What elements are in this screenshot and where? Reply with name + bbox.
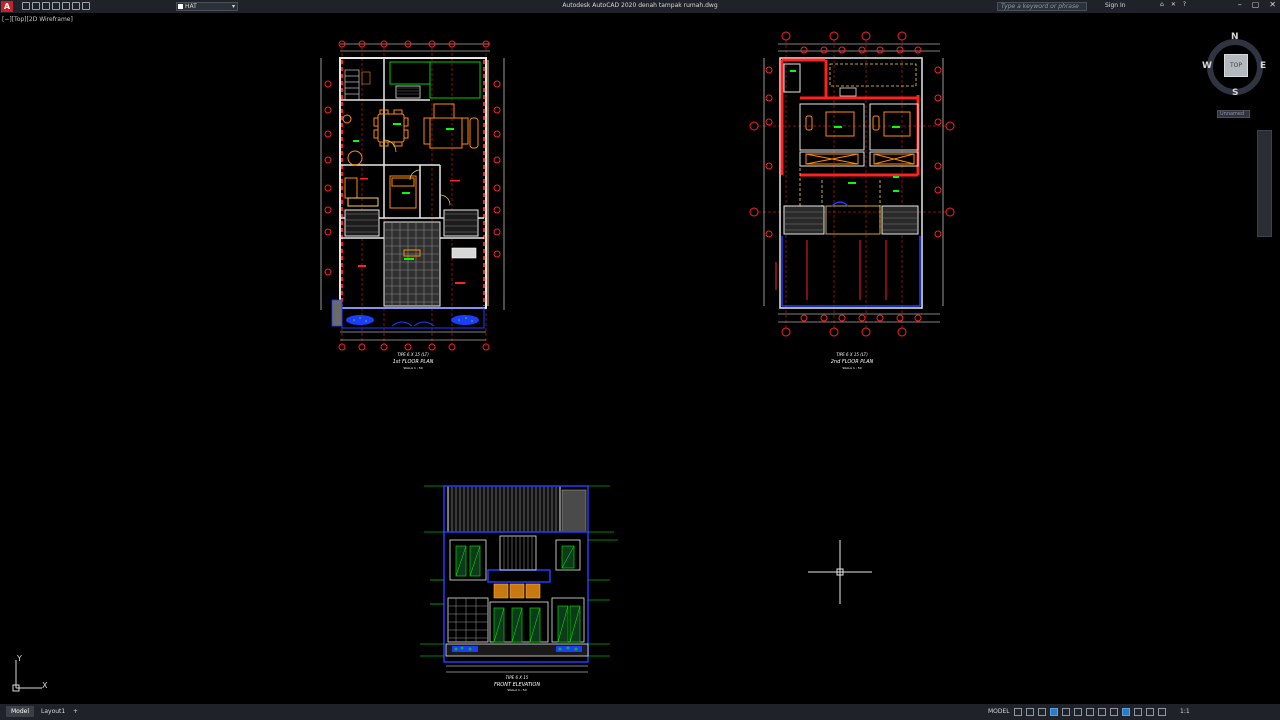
isodraft-icon[interactable] (1062, 708, 1070, 716)
transparency-icon[interactable] (1110, 708, 1118, 716)
polar-icon[interactable] (1050, 708, 1058, 716)
viewcube[interactable]: TOP N S E W (1202, 32, 1267, 99)
grid-icon[interactable] (1014, 708, 1022, 716)
compass-south-label[interactable]: S (1232, 88, 1238, 98)
lineweight-icon[interactable] (1098, 708, 1106, 716)
ucs-x-label: X (42, 681, 48, 690)
navigation-bar[interactable] (1257, 130, 1272, 237)
compass-west-label[interactable]: W (1202, 61, 1212, 71)
wcs-dropdown[interactable]: Unnamed (1217, 110, 1250, 118)
viewcube-face-top[interactable]: TOP (1224, 54, 1248, 77)
elevation-subtitle: TIPE 6 X 15 (506, 675, 529, 680)
ortho-icon[interactable] (1038, 708, 1046, 716)
plan2-subtitle: TIPE 6 X 15 (LT) (836, 352, 868, 357)
tab-layout1[interactable]: Layout1 (36, 706, 70, 717)
otrack-icon[interactable] (1086, 708, 1094, 716)
annotation-monitor-icon[interactable] (1134, 708, 1142, 716)
quick-properties-icon[interactable] (1158, 708, 1166, 716)
ucs-y-label: Y (16, 654, 22, 663)
drawing-canvas[interactable]: TIPE 6 X 15 (LT) 1st FLOOR PLAN SKALA 1 … (0, 0, 1280, 720)
first-floor-plan: TIPE 6 X 15 (LT) 1st FLOOR PLAN SKALA 1 … (320, 40, 505, 370)
plan1-subtitle: TIPE 6 X 15 (LT) (397, 352, 429, 357)
annotation-scale[interactable]: 1:1 (1180, 708, 1190, 715)
plan1-scale: SKALA 1 : 50 (403, 366, 422, 370)
crosshair-cursor (808, 540, 872, 604)
second-floor-plan: TIPE 6 X 15 (LT) 2nd FLOOR PLAN SKALA 1 … (749, 31, 955, 370)
snap-icon[interactable] (1026, 708, 1034, 716)
ucs-icon: Y X (12, 654, 48, 692)
add-layout-button[interactable]: + (68, 706, 83, 717)
units-icon[interactable] (1146, 708, 1154, 716)
model-space-toggle[interactable]: MODEL (988, 708, 1010, 715)
tab-model[interactable]: Model (6, 706, 35, 717)
plan2-title: 2nd FLOOR PLAN (831, 359, 874, 365)
compass-east-label[interactable]: E (1260, 61, 1266, 71)
status-bar: Model Layout1 + MODEL 1:1 (0, 704, 1280, 720)
elevation-scale: SKALA 1 : 50 (507, 688, 526, 692)
front-elevation: TIPE 6 X 15 FRONT ELEVATION SKALA 1 : 50 (420, 485, 618, 692)
osnap-icon[interactable] (1074, 708, 1082, 716)
compass-north-label[interactable]: N (1231, 32, 1239, 42)
plan1-title: 1st FLOOR PLAN (393, 359, 434, 365)
selection-cycling-icon[interactable] (1122, 708, 1130, 716)
plan2-scale: SKALA 1 : 50 (842, 366, 861, 370)
